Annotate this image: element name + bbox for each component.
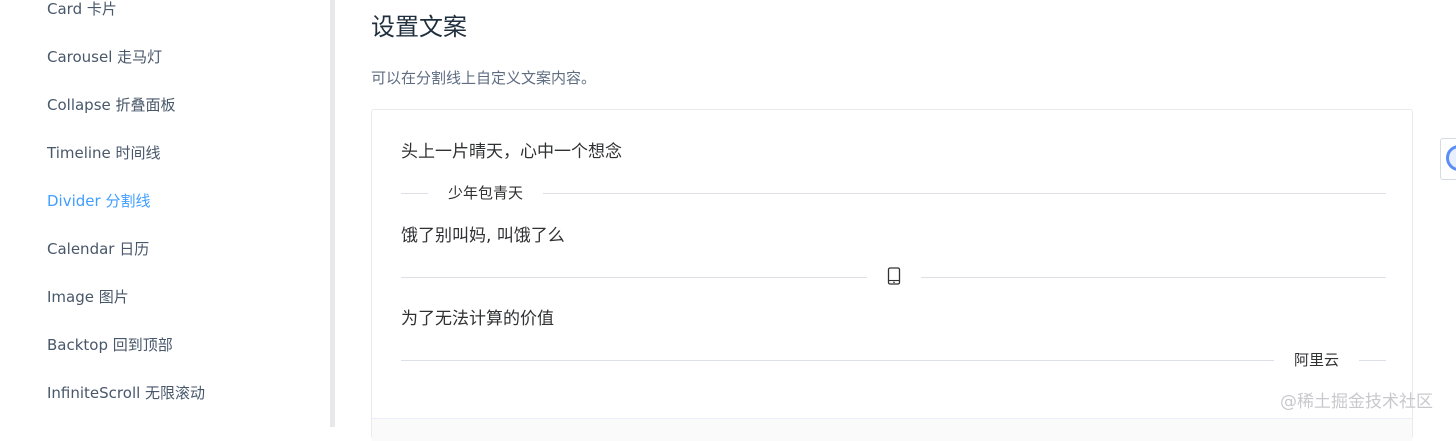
demo-block: 头上一片晴天，心中一个想念 少年包青天 饿了别叫妈, 叫饿了么 为了无法计算的价… [371,109,1413,441]
sidebar-item-image[interactable]: Image 图片 [47,286,129,308]
demo-text-line3: 为了无法计算的价值 [401,309,554,329]
demo-text-line1: 头上一片晴天，心中一个想念 [401,142,622,162]
sidebar-item-carousel[interactable]: Carousel 走马灯 [47,46,162,68]
section-description: 可以在分割线上自定义文案内容。 [371,69,597,87]
sidebar-item-card[interactable]: Card 卡片 [47,0,117,20]
divider-right-text: 阿里云 [401,349,1386,371]
sidebar-item-divider[interactable]: Divider 分割线 [47,190,150,212]
demo-text-line2: 饿了别叫妈, 叫饿了么 [401,226,565,246]
floating-widget[interactable] [1440,138,1456,180]
assistant-icon [1446,145,1456,171]
sidebar-scrollbar[interactable] [330,0,335,427]
demo-code-toggle[interactable] [372,418,1412,441]
divider-left-text: 少年包青天 [401,182,1386,204]
sidebar-item-infinitescroll[interactable]: InfiniteScroll 无限滚动 [47,382,205,404]
sidebar-item-calendar[interactable]: Calendar 日历 [47,238,149,260]
divider-text-left: 少年包青天 [428,182,544,204]
sidebar-item-collapse[interactable]: Collapse 折叠面板 [47,94,176,116]
sidebar-item-timeline[interactable]: Timeline 时间线 [47,142,161,164]
sidebar-item-backtop[interactable]: Backtop 回到顶部 [47,334,173,356]
divider-center-icon [401,267,1386,285]
divider-text-right: 阿里云 [1273,349,1359,371]
mobile-phone-icon [866,267,921,285]
section-title: 设置文案 [371,13,467,41]
watermark: @稀土掘金技术社区 [1280,392,1433,412]
sidebar-nav: Card 卡片 Carousel 走马灯 Collapse 折叠面板 Timel… [0,0,330,427]
